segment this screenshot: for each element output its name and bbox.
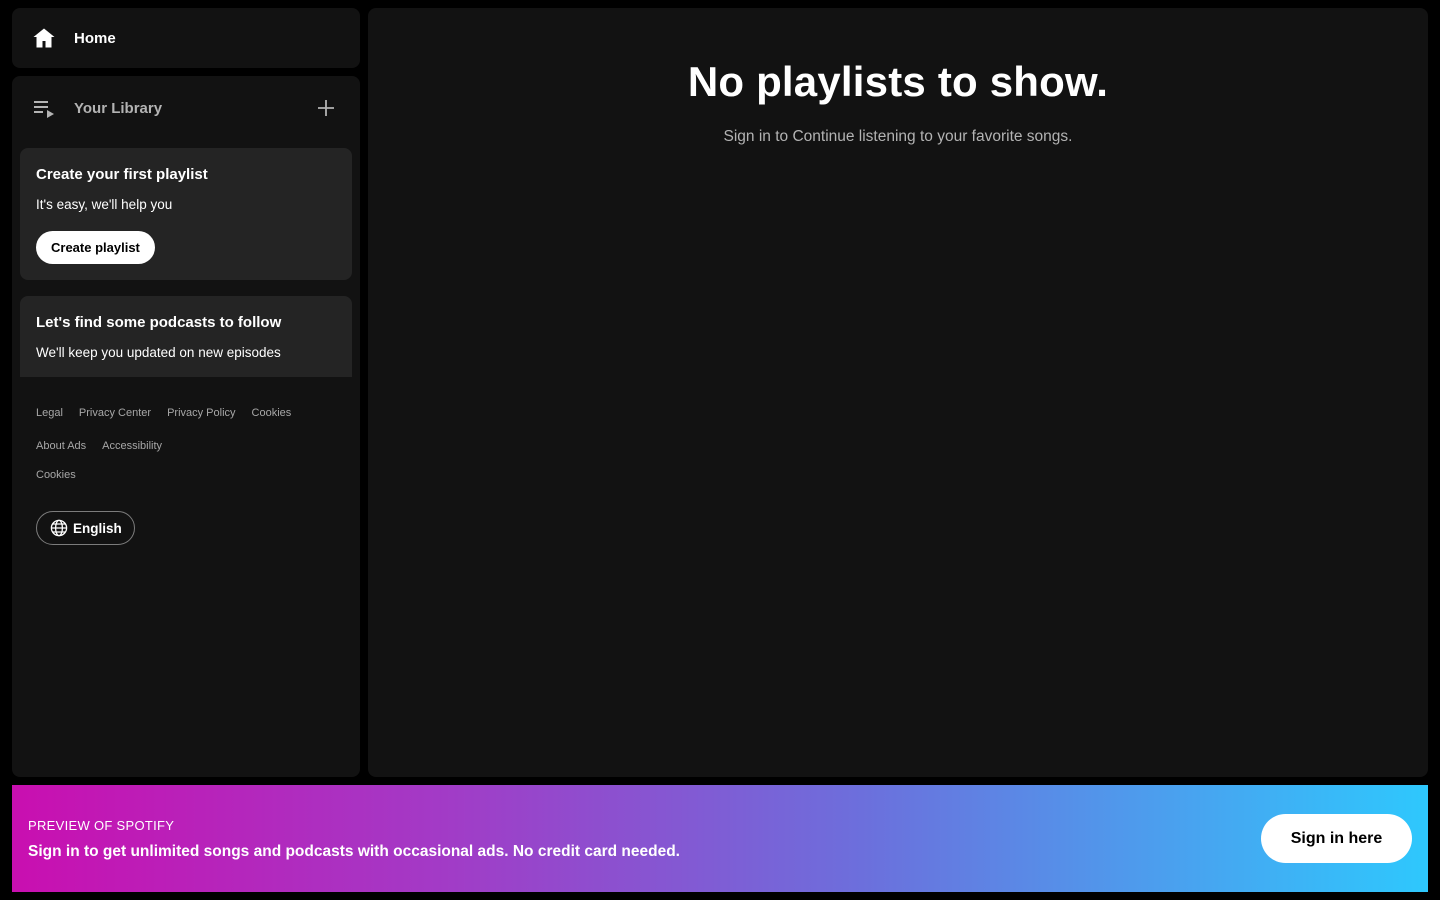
- podcasts-card-title: Let's find some podcasts to follow: [36, 314, 282, 331]
- sign-in-button[interactable]: Sign in here: [1261, 814, 1412, 863]
- main-content: No playlists to show. Sign in to Continu…: [368, 8, 1428, 777]
- banner-message: Sign in to get unlimited songs and podca…: [28, 843, 680, 860]
- plus-icon: [317, 99, 335, 117]
- podcasts-card: Let's find some podcasts to follow We'll…: [20, 296, 352, 377]
- library-panel: Your Library Create your first playlist …: [12, 76, 360, 777]
- empty-state-heading: No playlists to show.: [687, 58, 1109, 105]
- home-icon: [32, 26, 56, 50]
- language-label: English: [73, 520, 122, 536]
- footer-link-legal[interactable]: Legal: [36, 405, 63, 421]
- library-icon: [32, 96, 56, 120]
- library-header: Your Library: [12, 76, 360, 140]
- signup-banner: PREVIEW OF SPOTIFY Sign in to get unlimi…: [12, 785, 1428, 892]
- footer-link-privacy-policy[interactable]: Privacy Policy: [167, 405, 235, 421]
- top-nav: Home: [12, 8, 360, 68]
- create-playlist-button[interactable]: Create playlist: [36, 231, 155, 264]
- footer-row: Legal Privacy Center Privacy Policy Cook…: [36, 405, 336, 421]
- footer-link-cookies-2[interactable]: Cookies: [36, 467, 76, 483]
- nav-home-link[interactable]: Home: [32, 26, 116, 50]
- banner-eyebrow: PREVIEW OF SPOTIFY: [28, 818, 175, 833]
- language-button[interactable]: English: [36, 511, 135, 545]
- footer-row: Cookies: [36, 467, 336, 483]
- add-playlist-button[interactable]: [310, 92, 342, 124]
- podcasts-card-text: We'll keep you updated on new episodes: [36, 345, 281, 360]
- footer-link-accessibility[interactable]: Accessibility: [102, 438, 162, 454]
- library-title: Your Library: [74, 99, 163, 117]
- footer-links: Legal Privacy Center Privacy Policy Cook…: [12, 377, 360, 483]
- nav-home-label: Home: [74, 29, 116, 47]
- create-playlist-title: Create your first playlist: [36, 166, 208, 183]
- empty-state-subtext: Sign in to Continue listening to your fa…: [723, 128, 1073, 145]
- globe-icon: [50, 519, 68, 537]
- library-toggle-button[interactable]: Your Library: [32, 96, 162, 120]
- banner-text: PREVIEW OF SPOTIFY Sign in to get unlimi…: [28, 816, 680, 861]
- footer-link-cookies[interactable]: Cookies: [252, 405, 292, 421]
- footer-link-about-ads[interactable]: About Ads: [36, 438, 86, 454]
- footer-link-privacy-center[interactable]: Privacy Center: [79, 405, 151, 421]
- footer-row: About Ads Accessibility: [36, 438, 336, 454]
- app-window: Home Your Library Create your first play…: [0, 0, 1440, 900]
- create-playlist-text: It's easy, we'll help you: [36, 197, 173, 212]
- create-playlist-card: Create your first playlist It's easy, we…: [20, 148, 352, 280]
